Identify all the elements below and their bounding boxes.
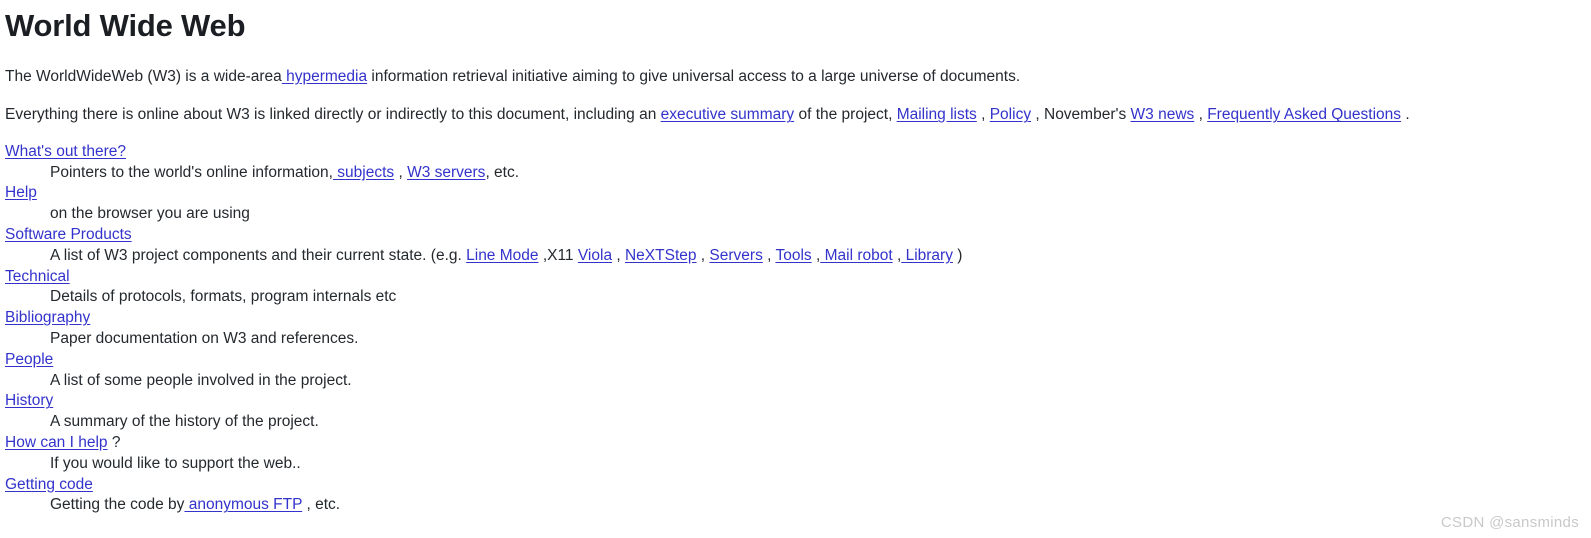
text-run: , etc. xyxy=(302,496,341,514)
link-hypermedia[interactable]: hypermedia xyxy=(282,68,367,85)
definition-term-getting-code: Getting code xyxy=(5,475,1591,496)
definition-term-help: Help xyxy=(5,183,1591,204)
link-what-s-out-there[interactable]: What's out there? xyxy=(5,143,126,160)
definition-term-what-s-out-there: What's out there? xyxy=(5,142,1591,163)
text-run: The WorldWideWeb (W3) is a wide-area xyxy=(5,68,282,86)
text-run: , xyxy=(762,246,776,264)
text-run: . xyxy=(1401,106,1410,124)
definition-term-how-can-i-help: How can I help ? xyxy=(5,433,1591,454)
text-run: information retrieval initiative aiming … xyxy=(367,68,1021,86)
text-run: A list of some people involved in the pr… xyxy=(50,371,352,389)
definition-desc-software-products: A list of W3 project components and thei… xyxy=(50,246,1591,267)
link-tools[interactable]: Tools xyxy=(775,247,811,264)
definition-desc-technical: Details of protocols, formats, program i… xyxy=(50,287,1591,308)
definition-desc-getting-code: Getting the code by anonymous FTP , etc. xyxy=(50,495,1591,516)
link-people[interactable]: People xyxy=(5,351,53,368)
link-servers[interactable]: Servers xyxy=(709,247,762,264)
link-anonymous-ftp[interactable]: anonymous FTP xyxy=(184,496,302,513)
text-run: Pointers to the world's online informati… xyxy=(50,163,333,181)
page-title: World Wide Web xyxy=(5,8,246,43)
definition-term-bibliography: Bibliography xyxy=(5,308,1591,329)
link-bibliography[interactable]: Bibliography xyxy=(5,309,90,326)
definition-term-history: History xyxy=(5,391,1591,412)
link-history[interactable]: History xyxy=(5,392,53,409)
web-page-body: World Wide Web The WorldWideWeb (W3) is … xyxy=(5,0,1591,538)
definition-term-people: People xyxy=(5,350,1591,371)
text-run: ,X11 xyxy=(538,246,578,264)
link-software-products[interactable]: Software Products xyxy=(5,226,132,243)
text-run: , etc. xyxy=(485,163,520,181)
link-viola[interactable]: Viola xyxy=(578,247,612,264)
text-run: ) xyxy=(952,246,963,264)
text-run: A list of W3 project components and thei… xyxy=(50,246,467,264)
text-run: Getting the code by xyxy=(50,496,185,514)
link-how-can-i-help[interactable]: How can I help xyxy=(5,434,108,451)
definition-desc-what-s-out-there: Pointers to the world's online informati… xyxy=(50,163,1591,184)
text-run: Paper documentation on W3 and references… xyxy=(50,330,359,348)
link-w3-servers[interactable]: W3 servers xyxy=(407,164,485,181)
text-run: of the project, xyxy=(794,106,897,124)
text-run: Everything there is online about W3 is l… xyxy=(5,106,661,124)
link-executive-summary[interactable]: executive summary xyxy=(661,106,795,123)
text-run: , November's xyxy=(1031,106,1131,124)
paragraph-intro: The WorldWideWeb (W3) is a wide-area hyp… xyxy=(5,43,1591,86)
link-policy[interactable]: Policy xyxy=(990,106,1031,123)
paragraph-list: The WorldWideWeb (W3) is a wide-area hyp… xyxy=(5,43,1591,125)
text-run: , xyxy=(612,246,625,264)
definition-desc-people: A list of some people involved in the pr… xyxy=(50,371,1591,392)
link-subjects[interactable]: subjects xyxy=(333,164,394,181)
link-mail-robot[interactable]: Mail robot xyxy=(820,247,893,264)
link-library[interactable]: Library xyxy=(901,247,953,264)
link-getting-code[interactable]: Getting code xyxy=(5,476,93,493)
text-run: ? xyxy=(107,434,121,451)
text-run: , xyxy=(696,246,710,264)
text-run: Details of protocols, formats, program i… xyxy=(50,288,397,306)
definition-desc-bibliography: Paper documentation on W3 and references… xyxy=(50,329,1591,350)
text-run: , xyxy=(976,106,990,124)
text-run: , xyxy=(1194,106,1208,124)
text-run: , xyxy=(892,246,902,264)
definition-term-technical: Technical xyxy=(5,267,1591,288)
link-w3-news[interactable]: W3 news xyxy=(1131,106,1195,123)
link-mailing-lists[interactable]: Mailing lists xyxy=(897,106,977,123)
definition-desc-how-can-i-help: If you would like to support the web.. xyxy=(50,454,1591,475)
definition-list: What's out there? Pointers to the world's… xyxy=(5,125,1591,516)
link-help[interactable]: Help xyxy=(5,184,37,201)
definition-desc-help: on the browser you are using xyxy=(50,204,1591,225)
text-run: on the browser you are using xyxy=(50,205,250,223)
text-run: A summary of the history of the project. xyxy=(50,413,319,431)
link-line-mode[interactable]: Line Mode xyxy=(466,247,538,264)
text-run: , xyxy=(394,163,408,181)
link-technical[interactable]: Technical xyxy=(5,268,70,285)
text-run: If you would like to support the web.. xyxy=(50,454,301,472)
definition-desc-history: A summary of the history of the project. xyxy=(50,412,1591,433)
definition-term-software-products: Software Products xyxy=(5,225,1591,246)
paragraph-everything: Everything there is online about W3 is l… xyxy=(5,86,1591,124)
watermark: CSDN @sansminds xyxy=(1440,514,1579,531)
link-nextstep[interactable]: NeXTStep xyxy=(625,247,697,264)
link-frequently-asked-questions[interactable]: Frequently Asked Questions xyxy=(1207,106,1401,123)
text-run: , xyxy=(811,246,821,264)
